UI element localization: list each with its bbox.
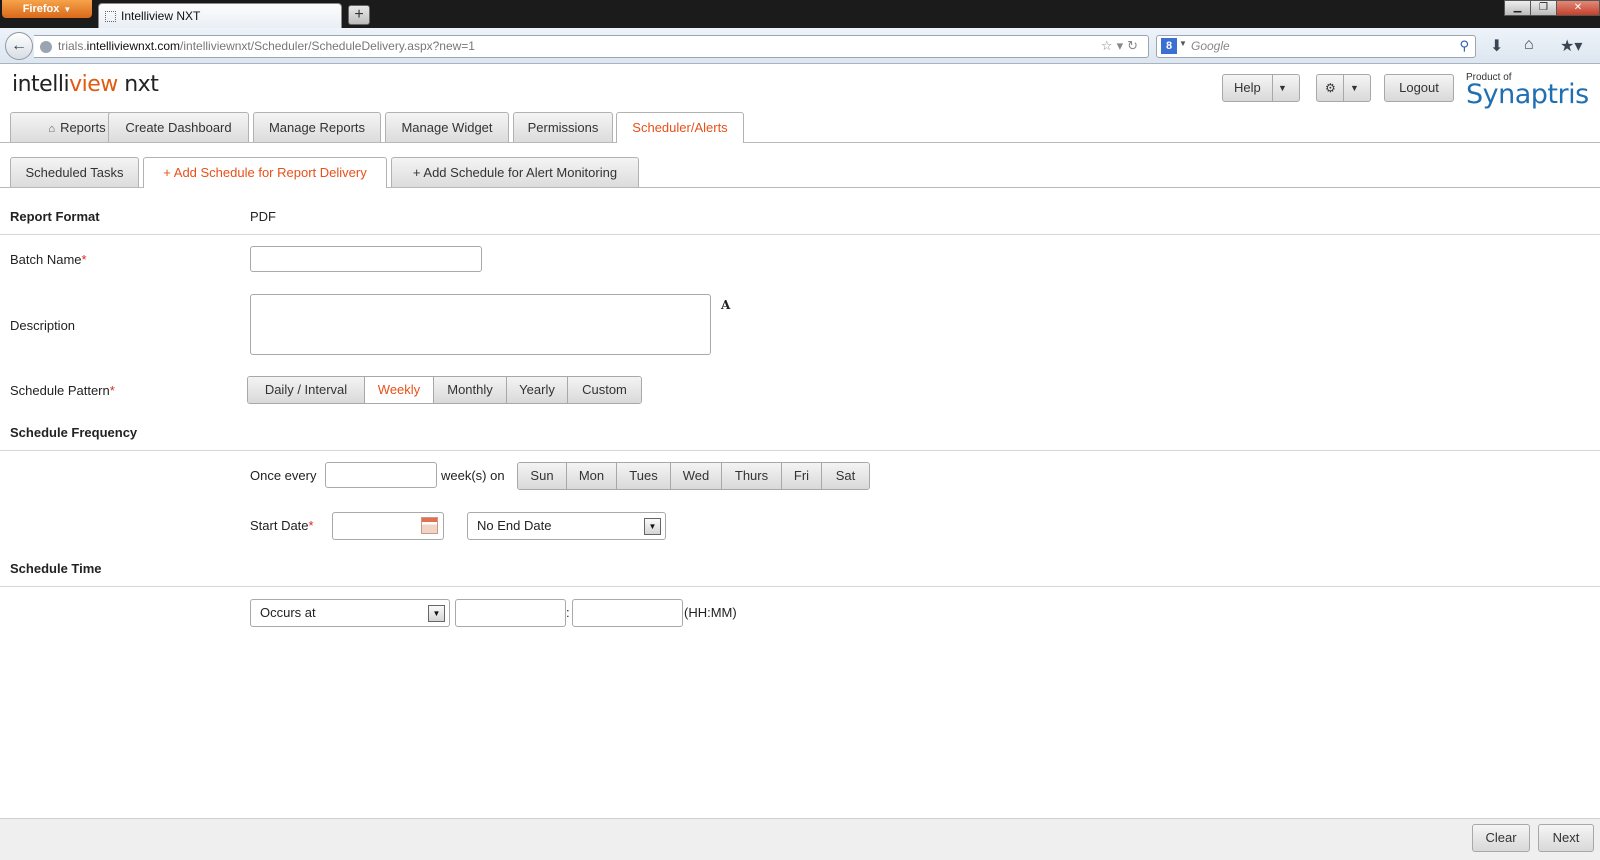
divider	[0, 586, 1600, 587]
help-dropdown-icon[interactable]: ▼	[1278, 75, 1287, 101]
day-fri-button[interactable]: Fri	[782, 463, 822, 489]
settings-dropdown-icon[interactable]: ▼	[1350, 75, 1359, 101]
text-format-icon[interactable]: A	[721, 298, 730, 312]
search-placeholder: Google	[1191, 39, 1230, 53]
help-button[interactable]: Help ▼	[1222, 74, 1300, 102]
browser-navbar: ← trials.intelliviewnxt.com/intelliviewn…	[0, 28, 1600, 64]
settings-button[interactable]: ⚙ ▼	[1316, 74, 1371, 102]
schedule-pattern-label: Schedule Pattern*	[10, 383, 115, 398]
search-engine-dropdown-icon[interactable]: ▼	[1179, 39, 1187, 48]
url-prefix: trials.	[58, 39, 87, 53]
pattern-daily-interval-button[interactable]: Daily / Interval	[248, 377, 365, 403]
day-sat-button[interactable]: Sat	[822, 463, 869, 489]
divider	[0, 450, 1600, 451]
search-bar[interactable]: 8 ▼ Google ⚲	[1156, 35, 1476, 58]
url-path: /intelliviewnxt/Scheduler/ScheduleDelive…	[180, 39, 475, 53]
clear-button[interactable]: Clear	[1472, 824, 1530, 852]
browser-titlebar: Firefox ▼ Intelliview NXT + ▁ ❐ ✕	[0, 0, 1600, 28]
pattern-yearly-button[interactable]: Yearly	[507, 377, 568, 403]
browser-tab[interactable]: Intelliview NXT	[98, 3, 342, 28]
pattern-custom-button[interactable]: Custom	[568, 377, 641, 403]
bookmarks-menu-icon[interactable]: ★▾	[1560, 36, 1582, 56]
schedule-frequency-heading: Schedule Frequency	[10, 425, 138, 440]
company-name: Synaptris	[1466, 79, 1589, 110]
batch-name-label: Batch Name*	[10, 252, 87, 267]
form-footer	[0, 818, 1600, 860]
day-wed-button[interactable]: Wed	[671, 463, 722, 489]
schedule-time-heading: Schedule Time	[10, 561, 102, 576]
downloads-icon[interactable]: ⬇	[1490, 36, 1503, 56]
tab-scheduled-tasks[interactable]: Scheduled Tasks	[10, 157, 139, 187]
tab-scheduler-alerts[interactable]: Scheduler/Alerts	[616, 112, 744, 143]
minute-input[interactable]	[572, 599, 683, 627]
globe-icon	[40, 41, 52, 53]
new-tab-button[interactable]: +	[348, 5, 370, 25]
time-separator: :	[566, 605, 570, 620]
time-format-hint: (HH:MM)	[684, 605, 737, 620]
day-thurs-button[interactable]: Thurs	[722, 463, 782, 489]
report-format-value: PDF	[250, 209, 276, 224]
week-interval-input[interactable]	[325, 462, 437, 488]
maximize-button[interactable]: ❐	[1530, 0, 1557, 16]
logout-button[interactable]: Logout	[1384, 74, 1454, 102]
tab-permissions[interactable]: Permissions	[513, 112, 613, 142]
tab-create-dashboard[interactable]: Create Dashboard	[108, 112, 249, 142]
start-date-input[interactable]	[332, 512, 444, 540]
page-favicon-icon	[105, 11, 116, 22]
batch-name-input[interactable]	[250, 246, 482, 272]
day-sun-button[interactable]: Sun	[518, 463, 567, 489]
end-date-select[interactable]: No End Date ▼	[467, 512, 666, 540]
url-domain: intelliviewnxt.com	[86, 39, 181, 53]
window-close-button[interactable]: ✕	[1556, 0, 1600, 16]
main-tabs-baseline	[0, 142, 1600, 143]
description-textarea[interactable]	[250, 294, 711, 355]
calendar-icon[interactable]	[421, 517, 438, 534]
synaptris-logo: Product of Synaptris	[1466, 72, 1590, 110]
tab-add-schedule-alert-monitoring[interactable]: + Add Schedule for Alert Monitoring	[391, 157, 639, 187]
tab-manage-widget[interactable]: Manage Widget	[385, 112, 509, 142]
home-icon: ⌂	[48, 123, 56, 135]
day-tues-button[interactable]: Tues	[617, 463, 671, 489]
divider	[0, 234, 1600, 235]
gear-icon: ⚙	[1325, 81, 1336, 95]
intelliview-logo: intelliview nxt	[12, 72, 159, 97]
end-date-selected-value: No End Date	[477, 518, 552, 533]
occurs-select[interactable]: Occurs at ▼	[250, 599, 450, 627]
pattern-weekly-button[interactable]: Weekly	[365, 377, 434, 403]
hour-input[interactable]	[455, 599, 566, 627]
next-button[interactable]: Next	[1538, 824, 1594, 852]
address-bar[interactable]: trials.intelliviewnxt.com/intelliviewnxt…	[34, 35, 1149, 58]
weeks-on-label: week(s) on	[441, 468, 505, 483]
browser-tab-title: Intelliview NXT	[121, 9, 201, 23]
start-date-label: Start Date*	[250, 518, 314, 533]
back-arrow-icon[interactable]: ←	[5, 32, 33, 60]
description-label: Description	[10, 318, 76, 333]
home-icon[interactable]: ⌂	[1524, 36, 1534, 54]
chevron-down-icon[interactable]: ▼	[644, 518, 661, 535]
tab-add-schedule-report-delivery[interactable]: + Add Schedule for Report Delivery	[143, 157, 387, 188]
chevron-down-icon[interactable]: ▼	[428, 605, 445, 622]
weekday-group: Sun Mon Tues Wed Thurs Fri Sat	[517, 462, 870, 490]
day-mon-button[interactable]: Mon	[567, 463, 617, 489]
bookmark-star-icon[interactable]: ☆▾↻	[1101, 38, 1142, 54]
report-format-label: Report Format	[10, 209, 100, 224]
search-icon[interactable]: ⚲	[1459, 38, 1469, 54]
google-icon[interactable]: 8	[1161, 38, 1177, 54]
pattern-monthly-button[interactable]: Monthly	[434, 377, 507, 403]
once-every-label: Once every	[250, 468, 317, 483]
schedule-pattern-group: Daily / Interval Weekly Monthly Yearly C…	[247, 376, 642, 404]
tab-manage-reports[interactable]: Manage Reports	[253, 112, 381, 142]
help-label: Help	[1234, 80, 1261, 95]
firefox-menu-button[interactable]: Firefox ▼	[2, 0, 92, 18]
occurs-selected-value: Occurs at	[260, 605, 316, 620]
minimize-button[interactable]: ▁	[1504, 0, 1531, 16]
